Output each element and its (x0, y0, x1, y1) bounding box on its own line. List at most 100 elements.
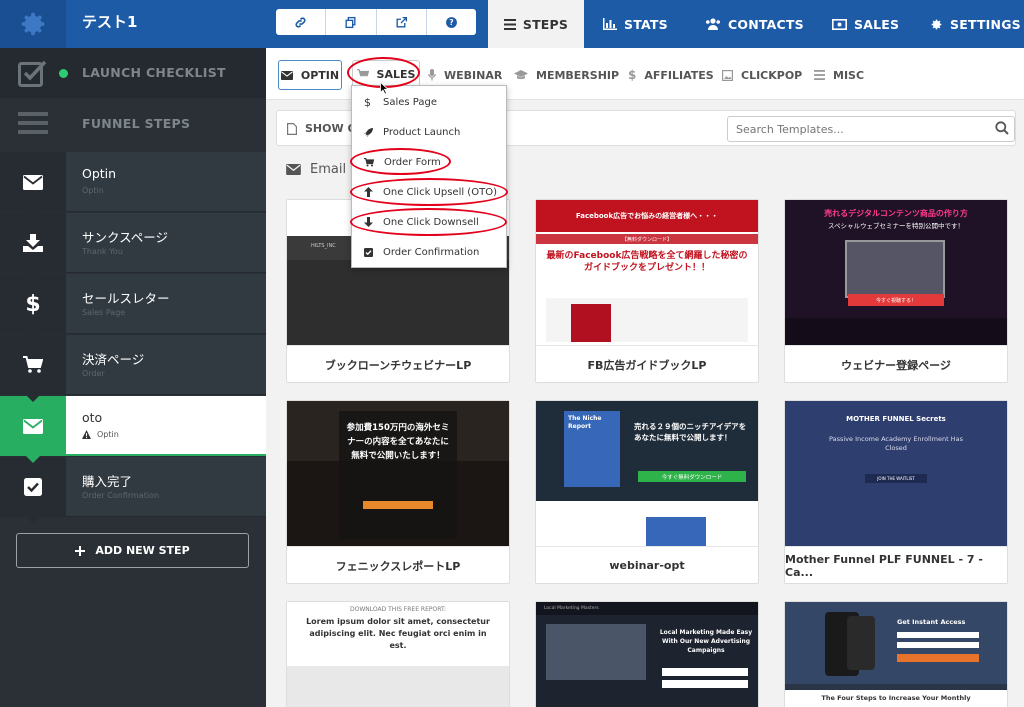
step-type: Sales Page (82, 308, 126, 317)
arrow-down-icon (364, 217, 373, 227)
svg-text:?: ? (449, 18, 453, 27)
list-icon (503, 18, 516, 30)
thumb-button: 今すぐ視聴する！ (848, 294, 944, 306)
step-oto[interactable]: oto Optin (0, 396, 266, 463)
template-thumbnail: The Niche Report 売れる２９個のニッチアイデアをあなたに無料で公… (536, 401, 758, 546)
dropdown-item-label: Product Launch (383, 126, 461, 138)
add-new-step-button[interactable]: ADD NEW STEP (16, 533, 249, 568)
dropdown-item-order-confirmation[interactable]: Order Confirmation (352, 237, 506, 267)
dropdown-item-label: One Click Downsell (383, 216, 479, 228)
thumb-text: 売れる２９個のニッチアイデアをあなたに無料で公開します！ (634, 422, 747, 442)
tab-stats-label: STATS (624, 16, 668, 32)
tab-stats[interactable]: STATS (603, 0, 668, 48)
dropdown-item-one-click-upsell[interactable]: One Click Upsell (OTO) (352, 177, 506, 207)
image-icon (722, 69, 733, 81)
thumb-text: Passive Income Academy Enrollment Has Cl… (828, 435, 963, 452)
thumb-header: DOWNLOAD THIS FREE REPORT: (350, 606, 446, 613)
template-name: FB広告ガイドブックLP (536, 345, 758, 383)
template-card[interactable]: 参加費150万円の海外セミナーの内容を全てあなたに無料で公開いたします！ フェニ… (286, 400, 510, 584)
section-title: Email O (286, 162, 360, 177)
cart-icon (23, 356, 43, 373)
dropdown-item-product-launch[interactable]: Product Launch (352, 117, 506, 147)
download-icon (23, 234, 43, 252)
launch-checklist[interactable]: LAUNCH CHECKLIST (0, 48, 266, 98)
envelope-icon (280, 70, 293, 80)
template-card[interactable]: Get Instant Access The Four Steps to Inc… (784, 601, 1008, 707)
thumb-header: Facebook広告でお悩みの経営者様へ・・・ (536, 200, 758, 232)
step-name: サンクスページ (82, 230, 169, 245)
template-thumbnail: Get Instant Access The Four Steps to Inc… (785, 602, 1007, 707)
step-optin[interactable]: Optin Optin (0, 152, 266, 219)
template-card[interactable]: MOTHER FUNNEL Secrets Passive Income Aca… (784, 400, 1008, 584)
tab-settings[interactable]: SETTINGS (930, 0, 1021, 48)
tab-membership[interactable]: MEMBERSHIP (514, 60, 619, 90)
thumb-text: Lorem ipsum dolor sit amet, consectetur … (306, 617, 490, 650)
template-card[interactable]: DOWNLOAD THIS FREE REPORT: Lorem ipsum d… (286, 601, 510, 707)
search-templates-input[interactable] (727, 116, 1015, 142)
search-icon[interactable] (995, 121, 1009, 135)
dropdown-item-one-click-downsell[interactable]: One Click Downsell (352, 207, 506, 237)
template-name: Mother Funnel PLF FUNNEL - 7 - Ca... (785, 546, 1007, 584)
dollar-icon: $ (25, 291, 41, 317)
thumb-headline: 最新のFacebook広告戦略を全て網羅した秘密のガイドブックをプレゼント！！ (546, 251, 748, 273)
step-type: Order (82, 369, 105, 378)
tab-sales[interactable]: SALES (832, 0, 899, 48)
tab-contacts-label: CONTACTS (728, 16, 804, 32)
cart-icon (364, 157, 374, 166)
dropdown-item-order-form[interactable]: Order Form (352, 147, 506, 177)
money-icon (832, 18, 847, 30)
graduation-icon (514, 70, 528, 80)
thumb-title: 売れるデジタルコンテンツ商品の作り方 (824, 209, 968, 218)
tab-clickpop[interactable]: CLICKPOP (722, 60, 802, 90)
envelope-icon (23, 418, 43, 434)
thumb-header: Local Marketing Masters (536, 602, 758, 615)
logo[interactable] (0, 0, 66, 48)
step-thank-you[interactable]: サンクスページ Thank You (0, 213, 266, 280)
copy-button[interactable] (326, 9, 377, 35)
external-link-button[interactable] (377, 9, 427, 35)
template-thumbnail: 参加費150万円の海外セミナーの内容を全てあなたに無料で公開いたします！ (287, 401, 509, 546)
template-card[interactable]: 売れるデジタルコンテンツ商品の作り方 スペシャルウェブセミナーを特別公開中です！… (784, 199, 1008, 383)
step-name: 購入完了 (82, 474, 133, 489)
dropdown-item-label: Sales Page (383, 96, 438, 108)
step-name: 決済ページ (82, 352, 145, 367)
arrow-up-icon (364, 187, 373, 197)
link-button[interactable] (276, 9, 327, 35)
step-order[interactable]: 決済ページ Order (0, 335, 266, 402)
step-order-confirmation[interactable]: 購入完了 Order Confirmation (0, 457, 266, 524)
thumb-text: HILTS_INC (311, 243, 336, 249)
step-icon-cell (0, 335, 66, 402)
tab-webinar-label: WEBINAR (444, 68, 503, 82)
tab-membership-label: MEMBERSHIP (536, 68, 620, 82)
cart-icon (356, 69, 369, 77)
sales-template-dropdown: $ Sales Page Product Launch Order Form O… (351, 85, 507, 268)
step-name: セールスレター (82, 291, 170, 306)
tab-steps[interactable]: STEPS (488, 0, 584, 48)
thumb-button: 今すぐ無料ダウンロード (638, 471, 746, 482)
sidebar: LAUNCH CHECKLIST FUNNEL STEPS Optin Opti… (0, 48, 266, 707)
step-type-row: Optin (82, 430, 119, 439)
step-type: Order Confirmation (82, 491, 160, 500)
tab-affiliates[interactable]: $ AFFILIATES (628, 60, 714, 90)
mic-icon (428, 69, 436, 81)
mouse-cursor-icon (380, 82, 389, 95)
dropdown-item-sales-page[interactable]: $ Sales Page (352, 87, 506, 117)
thumb-text: Get Instant Access (897, 618, 966, 626)
tab-misc[interactable]: MISC (814, 60, 864, 90)
template-card[interactable]: The Niche Report 売れる２９個のニッチアイデアをあなたに無料で公… (535, 400, 759, 584)
tab-optin[interactable]: OPTIN (278, 60, 342, 90)
template-name: フェニックスレポートLP (287, 546, 509, 584)
template-card[interactable]: Local Marketing Masters Local Marketing … (535, 601, 759, 707)
thumb-book: The Niche Report (564, 411, 620, 487)
tab-contacts[interactable]: CONTACTS (705, 0, 804, 48)
step-type: Optin (97, 430, 119, 439)
add-new-step-label: ADD NEW STEP (95, 544, 190, 557)
warning-icon (82, 430, 91, 439)
template-card[interactable]: Facebook広告でお悩みの経営者様へ・・・ 【無料ダウンロード】 最新のFa… (535, 199, 759, 383)
list-icon (814, 70, 825, 80)
step-icon-cell: $ (0, 274, 66, 341)
help-button[interactable]: ? (427, 9, 476, 35)
template-thumbnail: Local Marketing Masters Local Marketing … (536, 602, 758, 707)
step-sales-page[interactable]: $ セールスレター Sales Page (0, 274, 266, 341)
launch-checklist-label: LAUNCH CHECKLIST (82, 65, 226, 80)
